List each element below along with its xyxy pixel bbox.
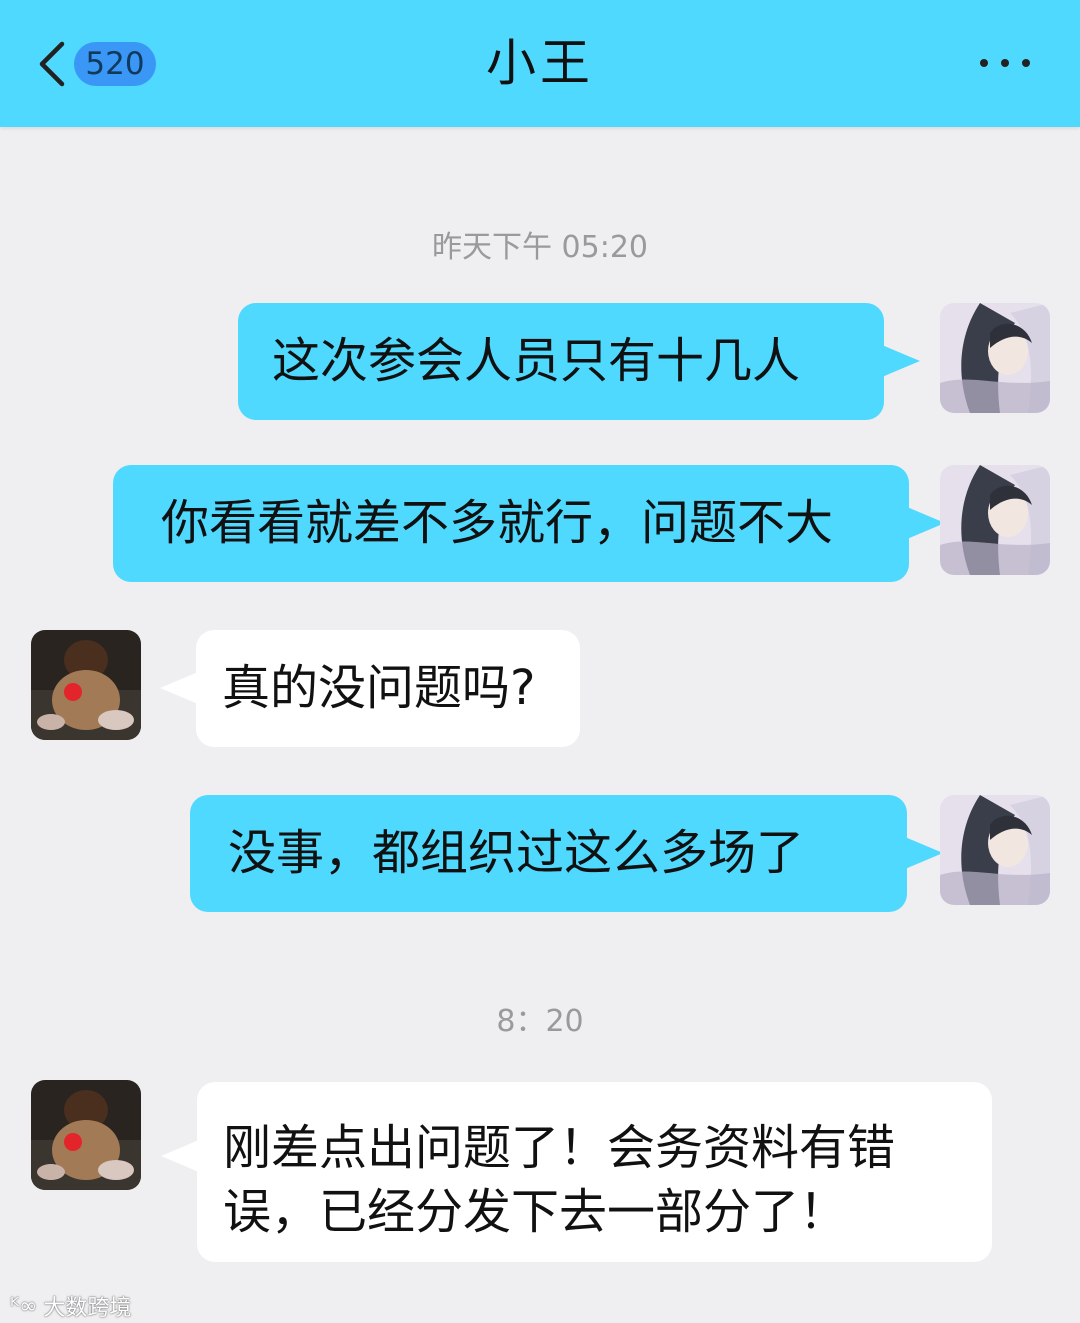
contact-avatar[interactable] [31,1080,141,1190]
message-text: 真的没问题吗? [222,660,536,716]
message-bubble-sent[interactable]: 没事，都组织过这么多场了 [190,795,943,912]
back-button[interactable]: 520 [30,36,156,92]
my-avatar[interactable] [940,303,1050,413]
bubble-tail [161,1140,199,1172]
unread-count-badge: 520 [74,42,156,86]
my-avatar[interactable] [940,465,1050,575]
chat-header: 小王 520 [0,0,1080,127]
chat-title: 小王 [486,34,594,92]
message-text: 没事，都组织过这么多场了 [228,825,805,881]
watermark-text: 大数跨境 [43,1296,132,1321]
timestamp: 8：20 [496,1004,584,1039]
message-text: 你看看就差不多就行，问题不大 [161,495,834,551]
message-bubble-sent[interactable]: 这次参会人员只有十几人 [238,303,920,420]
message-text: 刚差点出问题了！会务资料有错误，已经分发下去一部分了！ [223,1120,896,1240]
my-avatar[interactable] [940,795,1050,905]
message-text: 这次参会人员只有十几人 [272,333,801,389]
message-bubble-sent[interactable]: 你看看就差不多就行，问题不大 [113,465,945,582]
more-options-icon[interactable] [980,48,1030,78]
contact-avatar[interactable] [31,630,141,740]
back-arrow-icon [39,41,65,87]
bubble-tail [160,672,198,704]
bubble-tail [905,837,943,869]
message-bubble-received[interactable]: 真的没问题吗? [160,630,580,747]
timestamp: 昨天下午 05:20 [432,230,648,265]
bubble-tail [882,345,920,377]
watermark-logo: ᴷ∞ [10,1293,38,1319]
watermark: ᴷ∞ 大数跨境 [10,1290,131,1322]
message-bubble-received[interactable]: 刚差点出问题了！会务资料有错误，已经分发下去一部分了！ [161,1082,992,1262]
